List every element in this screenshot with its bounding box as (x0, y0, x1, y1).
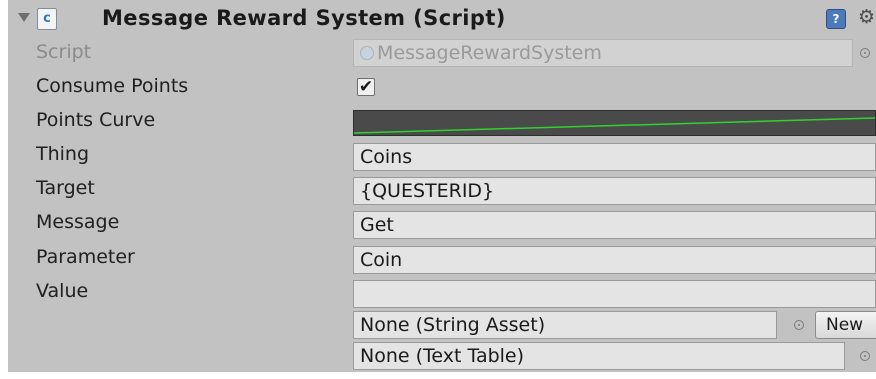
thing-field[interactable]: Coins (353, 143, 876, 171)
message-field[interactable]: Get (353, 211, 876, 239)
text-table-picker-icon[interactable] (860, 351, 870, 361)
points-curve-line (354, 117, 875, 134)
parameter-label: Parameter (36, 246, 135, 268)
new-string-asset-button[interactable]: New (815, 311, 876, 339)
script-field-value: MessageRewardSystem (377, 42, 602, 64)
component-header[interactable]: c Message Reward System (Script) ? ⚙ (8, 0, 876, 38)
script-label: Script (36, 41, 92, 63)
string-asset-picker-icon[interactable] (794, 320, 804, 330)
points-curve-field[interactable] (353, 110, 876, 136)
value-label: Value (36, 280, 89, 302)
consume-points-checkbox[interactable]: ✔ (357, 78, 375, 96)
script-asset-icon (360, 46, 374, 60)
text-table-field[interactable]: None (Text Table) (353, 342, 845, 370)
component-title: Message Reward System (Script) (102, 6, 506, 30)
points-curve-label: Points Curve (36, 109, 156, 131)
parameter-field[interactable]: Coin (353, 246, 876, 274)
consume-points-label: Consume Points (36, 75, 189, 97)
script-object-picker-icon (860, 48, 870, 58)
points-curve-graph (354, 117, 875, 134)
script-field: MessageRewardSystem (353, 39, 853, 67)
help-icon[interactable]: ? (826, 9, 846, 29)
csharp-script-icon: c (37, 8, 57, 30)
target-field[interactable]: {QUESTERID} (353, 177, 876, 205)
inspector-component-panel: c Message Reward System (Script) ? ⚙ Scr… (8, 0, 876, 372)
gear-icon[interactable]: ⚙ (858, 5, 875, 29)
foldout-arrow-icon[interactable] (18, 13, 30, 22)
value-text-field[interactable] (353, 280, 876, 308)
string-asset-field[interactable]: None (String Asset) (353, 311, 777, 339)
thing-label: Thing (36, 143, 90, 165)
message-label: Message (36, 211, 120, 233)
target-label: Target (36, 177, 95, 199)
